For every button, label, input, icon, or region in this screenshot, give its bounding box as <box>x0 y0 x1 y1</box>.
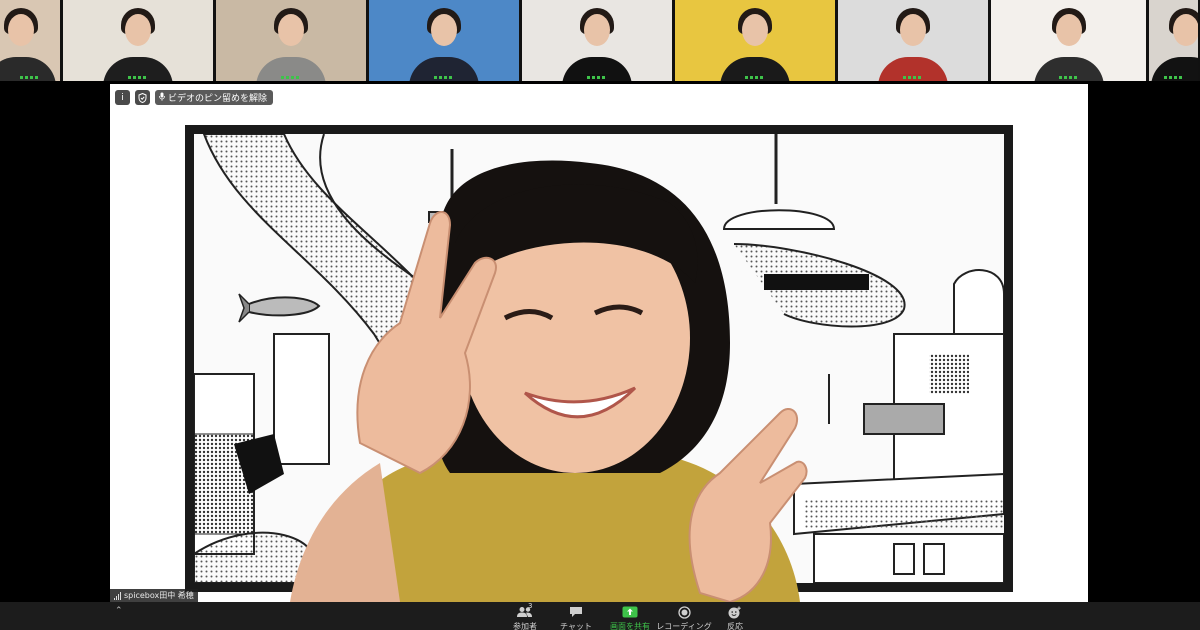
signal-strength-icon <box>114 591 121 600</box>
participant-thumbnail[interactable] <box>522 0 672 81</box>
participant-thumbnail[interactable] <box>991 0 1146 81</box>
reactions-label: 反応 <box>727 622 743 630</box>
unpin-video-button[interactable]: ビデオのピン留めを解除 <box>155 90 274 105</box>
chat-button[interactable]: チャット <box>546 605 606 630</box>
participant-face <box>125 14 151 46</box>
record-label: レコーディング <box>656 622 712 630</box>
participant-face <box>431 14 457 46</box>
participant-face <box>1172 14 1198 46</box>
participants-count: 3 <box>528 602 533 610</box>
share-screen-label: 画面を共有 <box>610 622 650 630</box>
share-toolbar: i ビデオのピン留めを解除 <box>115 90 274 105</box>
share-screen-button[interactable]: 画面を共有 <box>600 605 660 630</box>
participant-thumbnail[interactable] <box>63 0 213 81</box>
audio-level-indicator <box>1163 76 1184 79</box>
reactions-button[interactable]: 反応 <box>705 605 765 630</box>
chevron-up-icon[interactable]: ⌃ <box>115 606 123 616</box>
participant-face <box>278 14 304 46</box>
chat-icon <box>569 605 583 619</box>
unpin-video-label: ビデオのピン留めを解除 <box>168 94 268 104</box>
participant-face <box>742 14 768 46</box>
audio-level-indicator <box>745 76 765 79</box>
participant-face <box>8 14 34 46</box>
gallery-strip <box>0 0 1200 81</box>
audio-level-indicator <box>903 76 923 79</box>
share-screen-icon <box>622 605 638 619</box>
audio-level-indicator <box>281 76 301 79</box>
participant-thumbnail[interactable] <box>216 0 366 81</box>
participants-label: 参加者 <box>513 622 537 630</box>
record-icon <box>677 605 691 619</box>
participant-thumbnail[interactable] <box>1149 0 1198 81</box>
participants-icon: 3 <box>516 602 534 619</box>
audio-level-indicator <box>128 76 148 79</box>
speaker-name-label: spicebox田中 希穂 <box>124 591 194 600</box>
chat-label: チャット <box>560 622 592 630</box>
meeting-controls-bar: 3 参加者 チャット 画面を共有 レコーディング 反応 <box>0 602 1200 630</box>
audio-level-indicator <box>587 76 607 79</box>
audio-level-indicator <box>20 76 40 79</box>
audio-level-indicator <box>1058 76 1079 79</box>
active-speaker-video <box>290 113 810 602</box>
security-shield-icon[interactable] <box>135 90 150 105</box>
participant-face <box>584 14 610 46</box>
participant-face <box>1055 14 1082 46</box>
participant-face <box>900 14 926 46</box>
audio-level-indicator <box>434 76 454 79</box>
participant-thumbnail[interactable] <box>675 0 835 81</box>
participant-thumbnail[interactable] <box>838 0 988 81</box>
mic-icon <box>159 92 165 104</box>
smiley-plus-icon <box>728 605 742 619</box>
speaker-name-tag: spicebox田中 希穂 <box>110 589 198 602</box>
info-icon[interactable]: i <box>115 90 130 105</box>
participant-thumbnail[interactable] <box>369 0 519 81</box>
participant-thumbnail[interactable] <box>0 0 60 81</box>
